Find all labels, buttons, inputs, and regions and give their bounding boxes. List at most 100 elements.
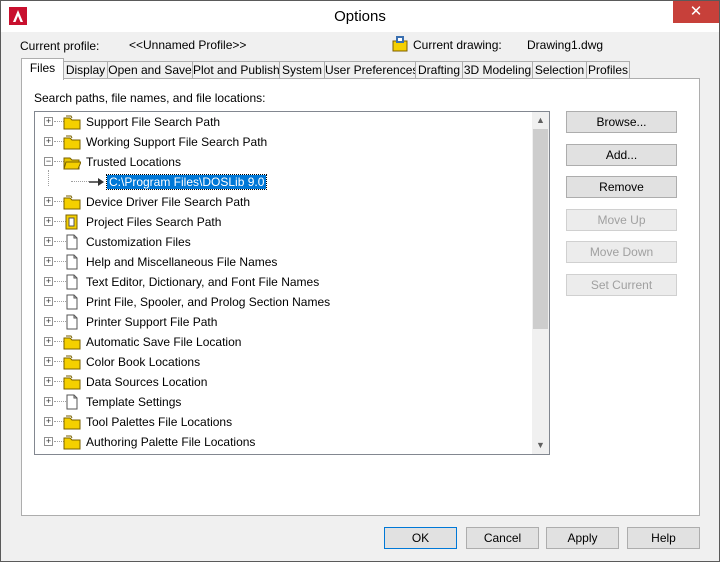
file-icon (63, 274, 81, 290)
tree-item-label[interactable]: Working Support File Search Path (86, 135, 267, 149)
current-drawing-value: Drawing1.dwg (527, 38, 604, 52)
tab-open-and-save[interactable]: Open and Save (107, 61, 193, 79)
tree-item-label[interactable]: Authoring Palette File Locations (86, 435, 255, 449)
current-profile-value: <<Unnamed Profile>> (129, 38, 247, 52)
expand-icon[interactable]: + (44, 397, 53, 406)
tree-row[interactable]: + Authoring Palette File Locations (35, 432, 530, 452)
expand-icon[interactable]: + (44, 117, 53, 126)
expand-icon[interactable]: + (44, 137, 53, 146)
folder-icon (63, 354, 81, 370)
tree-item-label[interactable]: Printer Support File Path (86, 315, 217, 329)
file-icon (63, 394, 81, 410)
folder-icon (63, 134, 81, 150)
tab-drafting[interactable]: Drafting (415, 61, 463, 79)
scroll-thumb[interactable] (533, 129, 548, 329)
tab-3d-modeling[interactable]: 3D Modeling (462, 61, 533, 79)
tab-system[interactable]: System (279, 61, 325, 79)
tree-item-label[interactable]: Trusted Locations (86, 155, 181, 169)
drawing-icon (392, 36, 408, 52)
ok-button[interactable]: OK (384, 527, 457, 549)
expand-icon[interactable]: + (44, 357, 53, 366)
tab-display[interactable]: Display (63, 61, 108, 79)
folder-open-icon (63, 154, 82, 170)
tree-row[interactable]: + Text Editor, Dictionary, and Font File … (35, 272, 530, 292)
tree-item-label[interactable]: Support File Search Path (86, 115, 220, 129)
tree-item-label[interactable]: Text Editor, Dictionary, and Font File N… (86, 275, 319, 289)
expand-icon[interactable]: + (44, 277, 53, 286)
tree-item-label[interactable]: Tool Palettes File Locations (86, 415, 232, 429)
tree-row[interactable]: + Customization Files (35, 232, 530, 252)
browse-button[interactable]: Browse... (566, 111, 677, 133)
tab-plot-and-publish[interactable]: Plot and Publish (192, 61, 280, 79)
title-bar: Options ✕ (1, 1, 719, 32)
tree-caption: Search paths, file names, and file locat… (34, 91, 266, 105)
tree-row[interactable]: + Printer Support File Path (35, 312, 530, 332)
help-button[interactable]: Help (627, 527, 700, 549)
tree-item-label[interactable]: Data Sources Location (86, 375, 207, 389)
tree-item-label[interactable]: Device Driver File Search Path (86, 195, 250, 209)
scroll-down-icon[interactable]: ▼ (532, 437, 549, 454)
folder-icon (63, 194, 81, 210)
tab-user-preferences[interactable]: User Preferences (324, 61, 418, 79)
file-icon (63, 254, 81, 270)
tree-row[interactable]: + Working Support File Search Path (35, 132, 530, 152)
tree-row[interactable]: + Color Book Locations (35, 352, 530, 372)
expand-icon[interactable]: + (44, 417, 53, 426)
move-down-button[interactable]: Move Down (566, 241, 677, 263)
tree-item-label[interactable]: Help and Miscellaneous File Names (86, 255, 277, 269)
tree-item-label[interactable]: Print File, Spooler, and Prolog Section … (86, 295, 330, 309)
tree-row[interactable]: C:\Program Files\DOSLib 9.0 (35, 172, 530, 192)
expand-icon[interactable]: + (44, 197, 53, 206)
tree-item-label[interactable]: Automatic Save File Location (86, 335, 241, 349)
apply-button[interactable]: Apply (546, 527, 619, 549)
tree-row[interactable]: + Support File Search Path (35, 112, 530, 132)
tree-row[interactable]: + Tool Palettes File Locations (35, 412, 530, 432)
expand-icon[interactable]: + (44, 317, 53, 326)
tree-row[interactable]: + Template Settings (35, 392, 530, 412)
expand-icon[interactable]: + (44, 237, 53, 246)
tree-item-label[interactable]: Color Book Locations (86, 355, 200, 369)
tree-item-label[interactable]: Customization Files (86, 235, 191, 249)
tree-item-label-selected[interactable]: C:\Program Files\DOSLib 9.0 (105, 174, 268, 190)
tree-row[interactable]: + Device Driver File Search Path (35, 192, 530, 212)
folder-icon (63, 334, 81, 350)
expand-icon[interactable]: + (44, 257, 53, 266)
file-icon (63, 314, 81, 330)
project-icon (63, 214, 81, 230)
move-up-button[interactable]: Move Up (566, 209, 677, 231)
expand-icon[interactable]: + (44, 437, 53, 446)
tab-files[interactable]: Files (21, 58, 64, 80)
expand-icon[interactable]: + (44, 297, 53, 306)
close-button[interactable]: ✕ (673, 1, 719, 23)
expand-icon[interactable]: + (44, 337, 53, 346)
expand-icon[interactable]: + (44, 217, 53, 226)
folder-icon (63, 414, 81, 430)
tree-row[interactable]: + Data Sources Location (35, 372, 530, 392)
add-button[interactable]: Add... (566, 144, 677, 166)
arrow-icon (88, 174, 106, 190)
files-panel: Search paths, file names, and file locat… (21, 78, 700, 516)
tree-row[interactable]: + Project Files Search Path (35, 212, 530, 232)
remove-button[interactable]: Remove (566, 176, 677, 198)
expand-icon[interactable]: + (44, 377, 53, 386)
tree-item-label[interactable]: Template Settings (86, 395, 181, 409)
set-current-button[interactable]: Set Current (566, 274, 677, 296)
tree-connector (71, 181, 89, 182)
tab-selection[interactable]: Selection (532, 61, 587, 79)
tree-row[interactable]: − Trusted Locations (35, 152, 530, 172)
tree-scrollbar[interactable]: ▲ ▼ (532, 112, 549, 454)
current-profile-label: Current profile: (20, 39, 100, 53)
cancel-button[interactable]: Cancel (466, 527, 539, 549)
options-dialog: Options ✕ Current profile: <<Unnamed Pro… (0, 0, 720, 562)
folder-icon (63, 114, 81, 130)
window-title: Options (334, 8, 386, 25)
tree-row[interactable]: + Help and Miscellaneous File Names (35, 252, 530, 272)
collapse-icon[interactable]: − (44, 157, 53, 166)
tab-profiles[interactable]: Profiles (586, 61, 630, 79)
tree-item-label[interactable]: Project Files Search Path (86, 215, 221, 229)
scroll-up-icon[interactable]: ▲ (532, 112, 549, 129)
tree-row[interactable]: + Automatic Save File Location (35, 332, 530, 352)
file-locations-tree[interactable]: ▲ ▼ + Support File Search Path + Working Su… (34, 111, 550, 455)
tree-row[interactable]: + Print File, Spooler, and Prolog Section… (35, 292, 530, 312)
folder-icon (63, 434, 81, 450)
